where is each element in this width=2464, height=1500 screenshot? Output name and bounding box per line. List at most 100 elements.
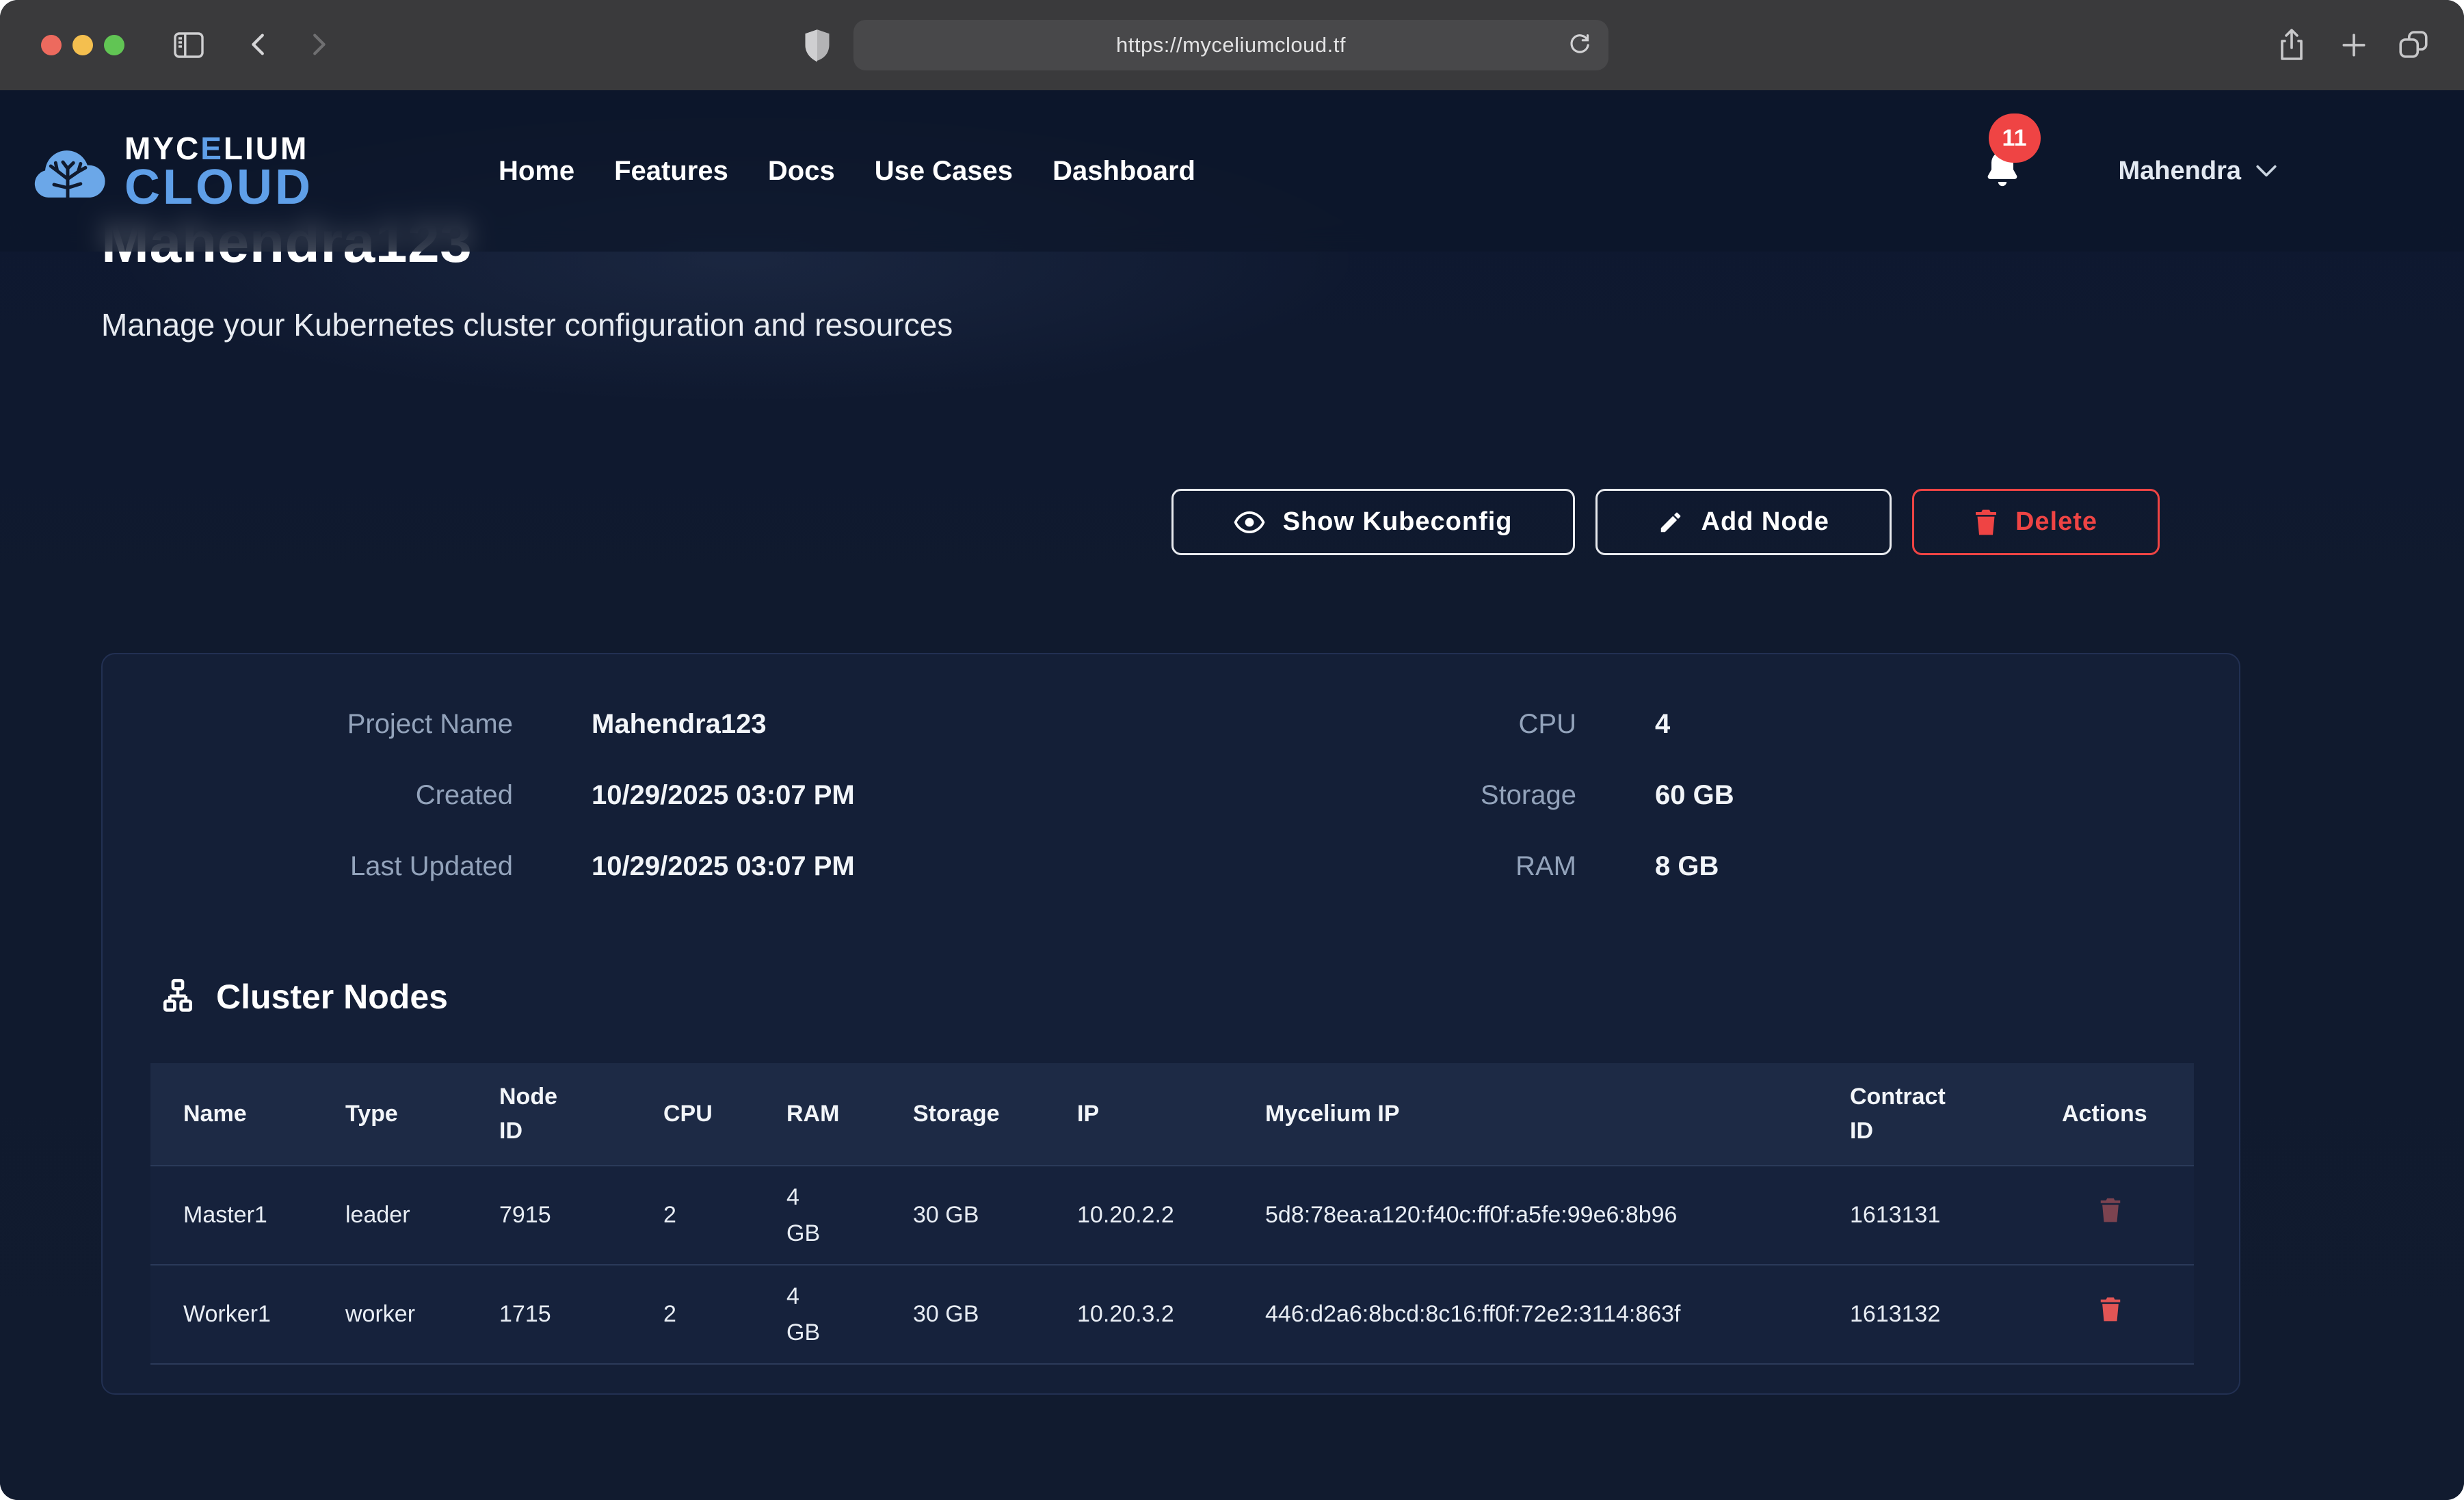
url-text: https://myceliumcloud.tf [1116,33,1346,57]
info-label: Created [103,780,513,811]
info-value: 60 GB [1655,780,2243,811]
column-header-actions: Actions [2062,1097,2147,1131]
column-header-mycelium-ip: Mycelium IP [1265,1097,1400,1131]
back-icon [243,29,275,60]
cell-node-id: 1715 [466,1265,631,1364]
main-nav: Home Features Docs Use Cases Dashboard [499,156,1195,187]
cell-storage: 30 GB [880,1265,1044,1364]
show-kubeconfig-label: Show Kubeconfig [1283,507,1513,537]
trash-icon [1974,509,1998,536]
eye-icon [1234,511,1265,534]
cell-ip: 10.20.3.2 [1044,1265,1232,1364]
cell-cpu: 2 [631,1265,754,1364]
new-tab-icon [2339,30,2369,60]
page-background: Mahendra123 Manage your Kubernetes clust… [0,90,2464,1500]
show-kubeconfig-button[interactable]: Show Kubeconfig [1171,489,1575,555]
project-info: Project Name Mahendra123 CPU 4 Created 1… [103,688,2243,902]
forward-icon [302,29,334,60]
cell-name: Worker1 [150,1265,313,1364]
nav-dashboard[interactable]: Dashboard [1052,156,1195,187]
info-value: Mahendra123 [592,709,1224,740]
cell-type: leader [313,1166,466,1265]
table-row: Worker1 worker 1715 2 4 GB 30 GB 10.20.3… [150,1265,2194,1364]
info-label: CPU [1303,709,1576,740]
notification-badge: 11 [1989,113,2041,163]
add-node-button[interactable]: Add Node [1595,489,1892,555]
delete-node-button[interactable] [2099,1296,2121,1322]
share-button[interactable] [2275,27,2309,63]
minimize-window-button[interactable] [72,35,93,55]
cell-storage: 30 GB [880,1166,1044,1265]
nav-home[interactable]: Home [499,156,574,187]
cell-ram: 4 GB [786,1278,821,1350]
cell-cpu: 2 [631,1166,754,1265]
close-window-button[interactable] [41,35,62,55]
table-row: Master1 leader 7915 2 4 GB 30 GB 10.20.2… [150,1166,2194,1265]
back-button[interactable] [243,29,275,60]
info-value: 4 [1655,709,2243,740]
cell-mycelium-ip: 5d8:78ea:a120:f40c:ff0f:a5fe:99e6:8b96 [1232,1166,1817,1265]
network-icon [159,978,197,1016]
user-name: Mahendra [2119,157,2241,186]
sidebar-toggle-icon [172,29,205,62]
logo-text: MYCELIUM CLOUD [124,132,313,210]
navbar-right: 11 Mahendra [1982,149,2278,193]
window-controls [41,35,124,55]
add-node-label: Add Node [1701,507,1829,537]
info-label: Project Name [103,709,513,740]
column-header-ip: IP [1077,1097,1099,1131]
forward-button[interactable] [302,29,334,60]
delete-cluster-button[interactable]: Delete [1912,489,2160,555]
nav-use-cases[interactable]: Use Cases [875,156,1013,187]
cell-mycelium-ip: 446:d2a6:8bcd:8c16:ff0f:72e2:3114:863f [1232,1265,1817,1364]
mycelium-cloud-logo-icon [27,135,108,207]
new-tab-button[interactable] [2339,30,2369,60]
column-header-name: Name [183,1097,247,1131]
trash-icon [2099,1296,2121,1322]
user-menu[interactable]: Mahendra [2119,157,2278,186]
info-label: RAM [1303,851,1576,882]
nav-docs[interactable]: Docs [768,156,835,187]
column-header-storage: Storage [913,1097,1000,1131]
cluster-nodes-heading: Cluster Nodes [216,977,448,1017]
reload-button[interactable] [1566,31,1593,59]
url-field[interactable]: https://myceliumcloud.tf [853,20,1608,70]
cluster-nodes-header: Cluster Nodes [159,977,448,1017]
cell-name: Master1 [150,1166,313,1265]
column-header-node-id: Node ID [499,1080,576,1148]
column-header-cpu: CPU [663,1097,713,1131]
cluster-actions: Show Kubeconfig Add Node [101,489,2160,555]
cluster-nodes-table: Name Type Node ID CPU RAM Storage IP Myc… [150,1063,2194,1365]
zoom-window-button[interactable] [104,35,124,55]
tab-overview-icon [2396,27,2430,62]
cluster-detail-panel: Project Name Mahendra123 CPU 4 Created 1… [101,653,2240,1395]
info-label: Last Updated [103,851,513,882]
site-logo[interactable]: MYCELIUM CLOUD [27,132,313,210]
trash-icon [2099,1197,2121,1223]
browser-chrome: https://myceliumcloud.tf [0,0,2464,90]
nav-features[interactable]: Features [614,156,728,187]
cell-contract-id: 1613131 [1817,1166,2029,1265]
cell-type: worker [313,1265,466,1364]
cell-node-id: 7915 [466,1166,631,1265]
info-value: 8 GB [1655,851,2243,882]
delete-node-button[interactable] [2099,1197,2121,1223]
privacy-shield-icon[interactable] [803,27,832,63]
delete-label: Delete [2015,507,2097,537]
cell-contract-id: 1613132 [1817,1265,2029,1364]
pencil-icon [1658,509,1684,535]
column-header-ram: RAM [786,1097,839,1131]
browser-window: https://myceliumcloud.tf [0,0,2464,1500]
info-value: 10/29/2025 03:07 PM [592,780,1224,811]
page-subtitle: Manage your Kubernetes cluster configura… [101,306,953,343]
chevron-down-icon [2255,163,2278,178]
cell-ip: 10.20.2.2 [1044,1166,1232,1265]
share-icon [2275,27,2309,63]
tab-overview-button[interactable] [2396,27,2430,62]
info-label: Storage [1303,780,1576,811]
column-header-type: Type [345,1097,398,1131]
sidebar-toggle-button[interactable] [172,29,205,62]
notifications-button[interactable]: 11 [1982,149,2023,193]
screenshot-stage: https://myceliumcloud.tf [0,0,2464,1500]
table-header-row: Name Type Node ID CPU RAM Storage IP Myc… [150,1063,2194,1166]
